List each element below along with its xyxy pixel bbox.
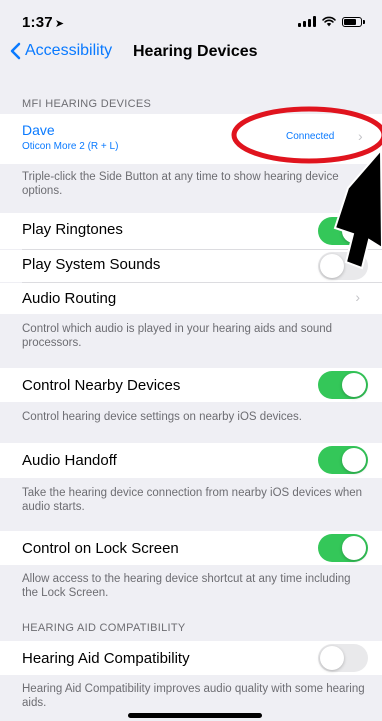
routing-footer: Control which audio is played in your he… xyxy=(22,323,333,349)
location-icon: ➤ xyxy=(54,18,65,30)
lock-screen-label: Control on Lock Screen xyxy=(22,540,179,557)
control-nearby-toggle[interactable] xyxy=(318,371,368,399)
row-play-system-sounds: Play System Sounds xyxy=(0,250,382,282)
play-system-sounds-toggle[interactable] xyxy=(318,252,368,280)
section-header-hac: HEARING AID COMPATIBILITY xyxy=(22,622,186,634)
row-hac: Hearing Aid Compatibility xyxy=(0,641,382,675)
wifi-icon xyxy=(322,16,336,27)
section-header-mfi: MFI HEARING DEVICES xyxy=(22,98,152,110)
row-audio-handoff: Audio Handoff xyxy=(0,443,382,478)
play-system-sounds-label: Play System Sounds xyxy=(22,256,161,273)
play-ringtones-label: Play Ringtones xyxy=(22,221,123,238)
back-label: Accessibility xyxy=(25,42,113,59)
battery-icon xyxy=(342,16,365,27)
status-time: 1:37 ➤ xyxy=(22,14,65,31)
audio-routing-label: Audio Routing xyxy=(22,290,117,307)
row-play-ringtones: Play Ringtones xyxy=(0,213,382,249)
home-indicator xyxy=(128,713,262,718)
audio-handoff-toggle[interactable] xyxy=(318,446,368,474)
signal-icon xyxy=(298,16,316,27)
hac-label: Hearing Aid Compatibility xyxy=(22,650,190,667)
device-name: Dave xyxy=(22,122,55,138)
chevron-right-icon: › xyxy=(355,289,360,305)
row-control-nearby: Control Nearby Devices xyxy=(0,368,382,402)
control-nearby-label: Control Nearby Devices xyxy=(22,377,181,394)
row-lock-screen: Control on Lock Screen xyxy=(0,531,382,565)
chevron-right-icon: › xyxy=(358,128,363,144)
hac-footer: Hearing Aid Compatibility improves audio… xyxy=(22,683,365,709)
lock-screen-toggle[interactable] xyxy=(318,534,368,562)
handoff-footer: Take the hearing device connection from … xyxy=(22,487,363,513)
audio-handoff-label: Audio Handoff xyxy=(22,452,117,469)
chevron-left-icon xyxy=(10,42,21,60)
back-button[interactable]: Accessibility xyxy=(10,42,112,60)
status-icons xyxy=(298,16,365,27)
device-model: Oticon More 2 (R + L) xyxy=(22,141,119,152)
page-title: Hearing Devices xyxy=(133,43,258,60)
device-status: Connected xyxy=(286,131,335,142)
row-audio-routing[interactable]: Audio Routing › xyxy=(0,283,382,314)
nearby-footer: Control hearing device settings on nearb… xyxy=(22,411,302,423)
play-ringtones-toggle[interactable] xyxy=(318,217,368,245)
hac-toggle[interactable] xyxy=(318,644,368,672)
mfi-footer: Triple-click the Side Button at any time… xyxy=(22,171,339,197)
lock-footer: Allow access to the hearing device short… xyxy=(22,573,351,599)
